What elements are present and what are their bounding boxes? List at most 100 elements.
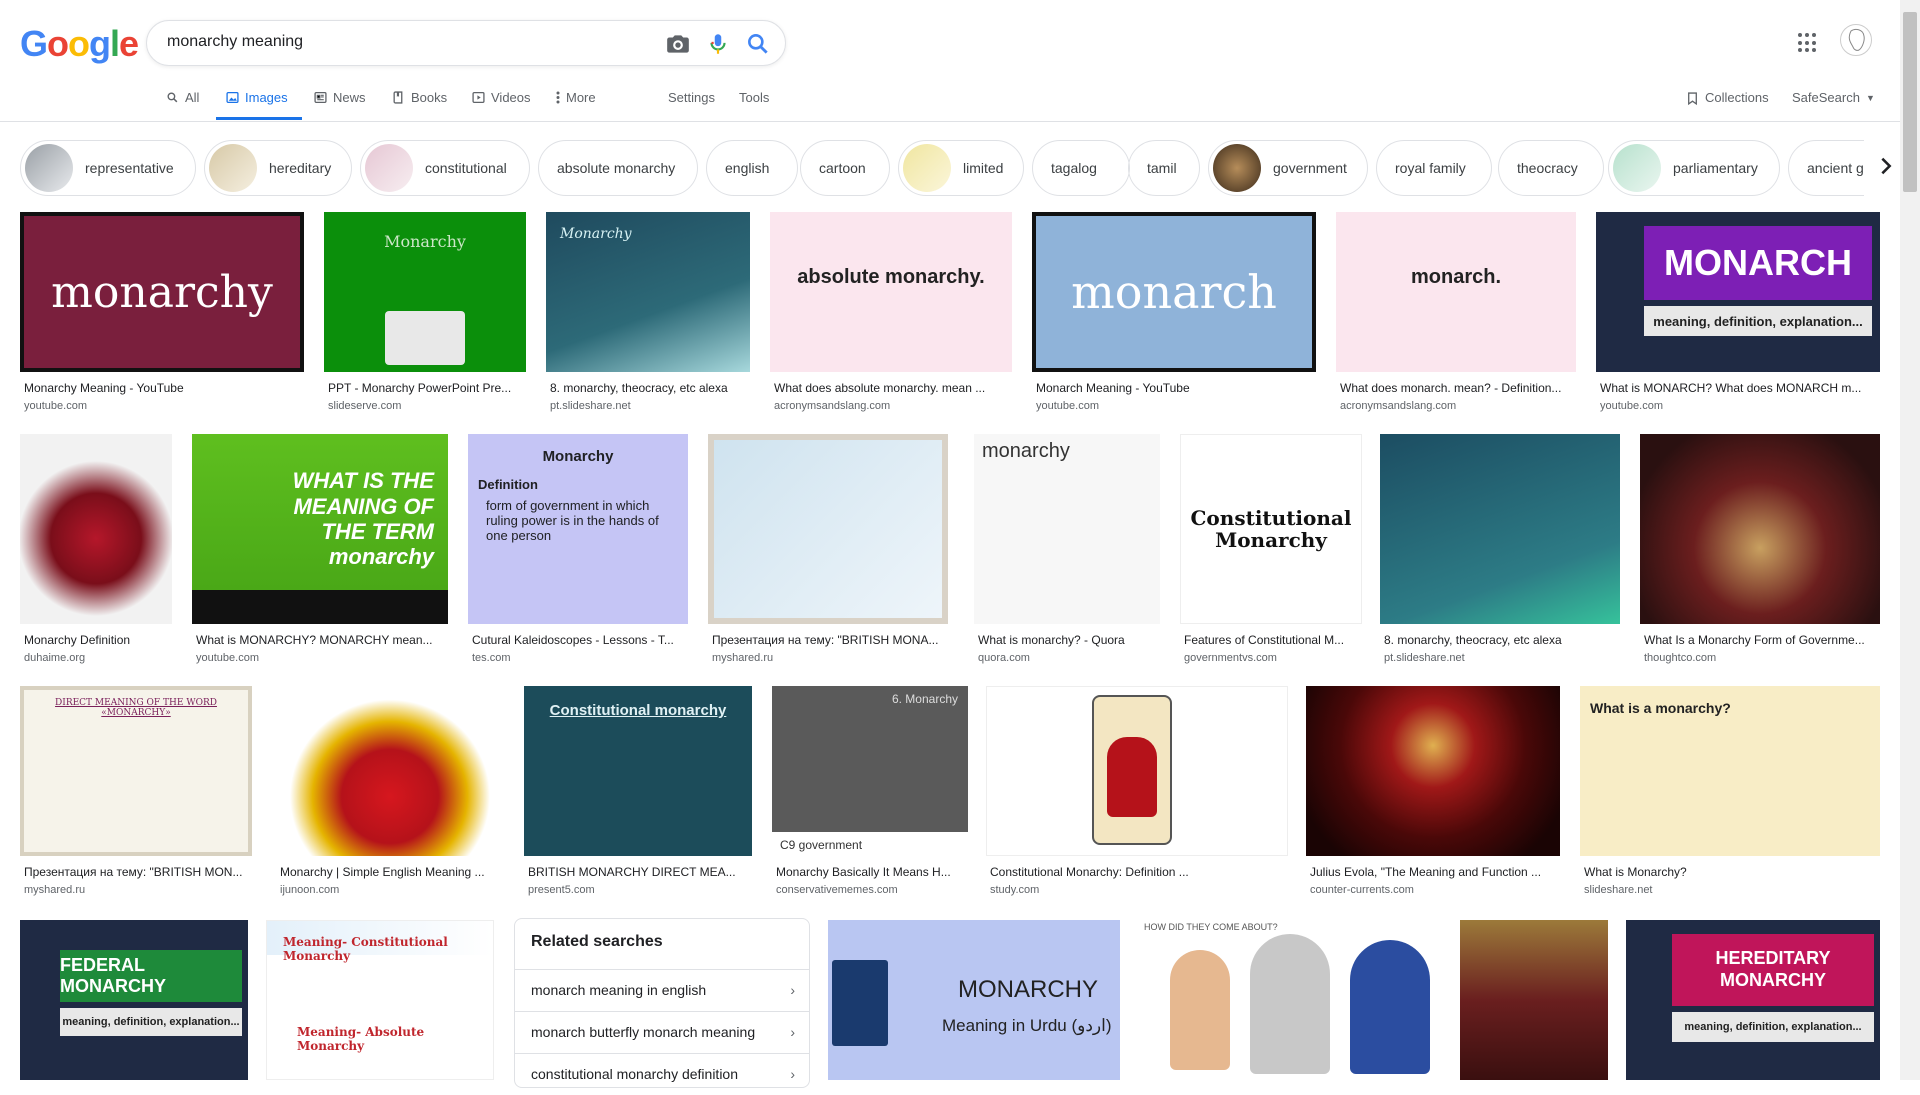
result-title[interactable]: What is MONARCHY? MONARCHY mean... xyxy=(192,633,448,647)
image-result[interactable]: MONARCH meaning, definition, explanation… xyxy=(1596,212,1880,412)
image-result[interactable]: 6. Monarchy C9 government Monarchy Basic… xyxy=(772,686,968,896)
result-thumbnail[interactable] xyxy=(986,686,1288,856)
chip-english[interactable]: english xyxy=(706,140,798,196)
result-title[interactable]: Monarchy | Simple English Meaning ... xyxy=(276,865,504,879)
result-title[interactable]: What does absolute monarchy. mean ... xyxy=(770,381,1012,395)
collections-link[interactable]: Collections xyxy=(1686,90,1769,106)
tab-more[interactable]: More xyxy=(556,90,596,105)
chip-tagalog[interactable]: tagalog xyxy=(1032,140,1130,196)
tab-images[interactable]: Images xyxy=(226,90,288,105)
microphone-icon[interactable] xyxy=(705,31,731,57)
search-box[interactable]: monarchy meaning xyxy=(146,20,786,66)
tab-videos[interactable]: Videos xyxy=(472,90,531,105)
chip-royal-family[interactable]: royal family xyxy=(1376,140,1492,196)
result-thumbnail[interactable] xyxy=(1460,920,1608,1080)
result-title[interactable]: Monarchy Meaning - YouTube xyxy=(20,381,304,395)
result-thumbnail[interactable]: HOW DID THEY COME ABOUT? xyxy=(1140,920,1440,1080)
result-thumbnail[interactable] xyxy=(708,434,948,624)
image-result[interactable]: Monarchy Definition form of government i… xyxy=(468,434,688,664)
settings-link[interactable]: Settings xyxy=(668,90,715,105)
image-result[interactable]: What Is a Monarchy Form of Governme... t… xyxy=(1640,434,1880,664)
result-thumbnail[interactable]: MONARCHY Meaning in Urdu (اردو) xyxy=(828,920,1120,1080)
avatar[interactable] xyxy=(1840,24,1872,56)
image-result[interactable]: monarch. What does monarch. mean? - Defi… xyxy=(1336,212,1576,412)
tab-books[interactable]: Books xyxy=(392,90,447,105)
result-thumbnail[interactable]: Meaning- Constitutional Monarchy Meaning… xyxy=(266,920,494,1080)
chip-theocracy[interactable]: theocracy xyxy=(1498,140,1604,196)
result-thumbnail[interactable]: FEDERAL MONARCHY meaning, definition, ex… xyxy=(20,920,248,1080)
result-title[interactable]: Features of Constitutional M... xyxy=(1180,633,1362,647)
result-title[interactable]: Monarchy Definition xyxy=(20,633,172,647)
chip-constitutional[interactable]: constitutional xyxy=(360,140,530,196)
image-result[interactable]: Constitutional Monarchy Features of Cons… xyxy=(1180,434,1362,664)
related-search-item[interactable]: monarch butterfly monarch meaning › xyxy=(515,1011,809,1053)
result-thumbnail[interactable]: monarch xyxy=(1032,212,1316,372)
apps-grid-icon[interactable] xyxy=(1798,33,1818,53)
result-thumbnail[interactable]: monarchy xyxy=(974,434,1160,624)
result-thumbnail[interactable] xyxy=(1640,434,1880,624)
result-thumbnail[interactable]: Monarchy xyxy=(546,212,750,372)
scrollbar-thumb[interactable] xyxy=(1903,12,1917,192)
image-result[interactable]: WHAT IS THE MEANING OF THE TERM monarchy… xyxy=(192,434,448,664)
result-thumbnail[interactable]: MONARCH meaning, definition, explanation… xyxy=(1596,212,1880,372)
result-thumbnail[interactable]: Constitutional monarchy xyxy=(524,686,752,856)
chip-limited[interactable]: limited xyxy=(898,140,1024,196)
chip-tamil[interactable]: tamil xyxy=(1128,140,1200,196)
result-title[interactable]: BRITISH MONARCHY DIRECT MEA... xyxy=(524,865,752,879)
page-scrollbar[interactable] xyxy=(1900,0,1920,1080)
tab-news[interactable]: News xyxy=(314,90,366,105)
result-title[interactable]: What Is a Monarchy Form of Governme... xyxy=(1640,633,1880,647)
result-thumbnail[interactable]: monarchy xyxy=(20,212,304,372)
image-result[interactable]: 8. monarchy, theocracy, etc alexa pt.sli… xyxy=(1380,434,1620,664)
result-title[interactable]: What is monarchy? - Quora xyxy=(974,633,1160,647)
image-result[interactable]: HOW DID THEY COME ABOUT? xyxy=(1140,920,1440,1080)
image-result[interactable]: monarchy What is monarchy? - Quora quora… xyxy=(974,434,1160,664)
chip-government[interactable]: government xyxy=(1208,140,1368,196)
result-thumbnail[interactable] xyxy=(20,434,172,624)
image-result[interactable] xyxy=(1460,920,1608,1080)
result-title[interactable]: Презентация на тему: "BRITISH MONA... xyxy=(708,633,948,647)
chip-cartoon[interactable]: cartoon xyxy=(800,140,890,196)
image-result[interactable]: monarchy Monarchy Meaning - YouTube yout… xyxy=(20,212,304,412)
chip-hereditary[interactable]: hereditary xyxy=(204,140,352,196)
tab-all[interactable]: All xyxy=(166,90,199,105)
image-result[interactable]: Julius Evola, "The Meaning and Function … xyxy=(1306,686,1560,896)
result-thumbnail[interactable]: WHAT IS THE MEANING OF THE TERM monarchy xyxy=(192,434,448,624)
search-icon[interactable] xyxy=(745,31,771,57)
result-title[interactable]: Julius Evola, "The Meaning and Function … xyxy=(1306,865,1560,879)
chip-representative[interactable]: representative xyxy=(20,140,196,196)
result-thumbnail[interactable]: 6. Monarchy C9 government xyxy=(772,686,968,856)
image-result[interactable]: Monarchy | Simple English Meaning ... ij… xyxy=(276,686,504,896)
result-title[interactable]: What is Monarchy? xyxy=(1580,865,1880,879)
result-thumbnail[interactable]: monarch. xyxy=(1336,212,1576,372)
result-thumbnail[interactable]: HEREDITARY MONARCHY meaning, definition,… xyxy=(1626,920,1880,1080)
image-result[interactable]: MONARCHY Meaning in Urdu (اردو) xyxy=(828,920,1120,1080)
chip-parliamentary[interactable]: parliamentary xyxy=(1608,140,1780,196)
result-title[interactable]: Презентация на тему: "BRITISH MON... xyxy=(20,865,252,879)
image-result[interactable]: absolute monarchy. What does absolute mo… xyxy=(770,212,1012,412)
image-result[interactable]: DIRECT MEANING OF THE WORD «MONARCHY» Пр… xyxy=(20,686,252,896)
google-logo[interactable]: Google xyxy=(20,23,139,65)
image-result[interactable]: What is a monarchy? What is Monarchy? sl… xyxy=(1580,686,1880,896)
result-thumbnail[interactable]: Constitutional Monarchy xyxy=(1180,434,1362,624)
image-result[interactable]: Meaning- Constitutional Monarchy Meaning… xyxy=(266,920,494,1080)
result-title[interactable]: What is MONARCH? What does MONARCH m... xyxy=(1596,381,1880,395)
search-input[interactable]: monarchy meaning xyxy=(167,33,303,51)
result-title[interactable]: 8. monarchy, theocracy, etc alexa xyxy=(546,381,750,395)
result-title[interactable]: Monarch Meaning - YouTube xyxy=(1032,381,1316,395)
result-title[interactable]: What does monarch. mean? - Definition... xyxy=(1336,381,1576,395)
image-result[interactable]: FEDERAL MONARCHY meaning, definition, ex… xyxy=(20,920,248,1080)
result-title[interactable]: 8. monarchy, theocracy, etc alexa xyxy=(1380,633,1620,647)
image-result[interactable]: Constitutional monarchy BRITISH MONARCHY… xyxy=(524,686,752,896)
tools-link[interactable]: Tools xyxy=(739,90,769,105)
result-title[interactable]: Cutural Kaleidoscopes - Lessons - T... xyxy=(468,633,688,647)
image-result[interactable]: Monarchy PPT - Monarchy PowerPoint Pre..… xyxy=(324,212,526,412)
related-search-item[interactable]: monarch meaning in english › xyxy=(515,969,809,1011)
result-thumbnail[interactable] xyxy=(276,686,504,856)
result-thumbnail[interactable]: Monarchy Definition form of government i… xyxy=(468,434,688,624)
result-thumbnail[interactable]: DIRECT MEANING OF THE WORD «MONARCHY» xyxy=(20,686,252,856)
image-result[interactable]: Monarchy Definition duhaime.org xyxy=(20,434,172,664)
safesearch-dropdown[interactable]: SafeSearch ▼ xyxy=(1792,90,1875,105)
result-thumbnail[interactable]: absolute monarchy. xyxy=(770,212,1012,372)
result-thumbnail[interactable]: Monarchy xyxy=(324,212,526,372)
